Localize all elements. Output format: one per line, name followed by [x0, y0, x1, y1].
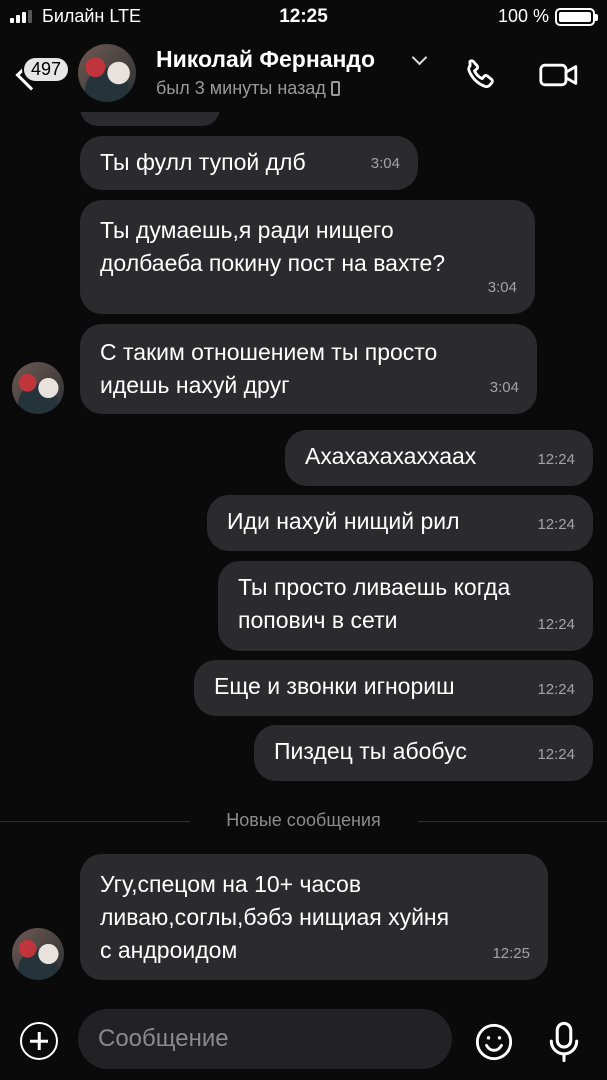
message-bubble-incoming[interactable]: Угу,спецом на 10+ часов ливаю,соглы,бэбэ… — [80, 854, 548, 980]
unread-count-badge: 497 — [22, 56, 71, 83]
last-seen-status: был 3 минуты назад — [156, 78, 340, 99]
message-bubble-outgoing[interactable]: Ты просто ливаешь когда попович в сети 1… — [218, 561, 593, 651]
smiley-icon — [475, 1023, 513, 1061]
call-button[interactable] — [462, 56, 500, 94]
contact-name[interactable]: Николай Фернандо — [156, 46, 375, 73]
message-text: Ты фулл тупой длб — [100, 149, 306, 175]
message-text: С таким отношением ты просто идешь нахуй… — [100, 339, 438, 398]
chat-screen: Билайн LTE 12:25 100 % 497 Николай Ферна… — [0, 0, 607, 1080]
microphone-button[interactable] — [546, 1020, 582, 1064]
message-text: Ты думаешь,я ради нищего долбаеба покину… — [100, 217, 446, 276]
chevron-down-icon[interactable] — [411, 49, 428, 66]
sender-avatar[interactable] — [12, 928, 64, 980]
video-camera-icon — [539, 63, 578, 87]
plus-icon[interactable] — [20, 1022, 58, 1060]
message-time: 12:24 — [537, 746, 575, 763]
battery-percentage: 100 % — [497, 6, 549, 26]
microphone-icon — [549, 1021, 579, 1063]
message-text: Иди нахуй нищий рил — [227, 508, 460, 534]
phone-icon — [467, 59, 494, 89]
previous-message-bubble — [80, 112, 220, 126]
message-time: 12:25 — [492, 945, 530, 962]
message-text: Ты просто ливаешь когда попович в сети — [238, 574, 511, 633]
sender-avatar[interactable] — [12, 362, 64, 414]
message-bubble-incoming[interactable]: С таким отношением ты просто идешь нахуй… — [80, 324, 537, 414]
message-bubble-incoming[interactable]: Ты фулл тупой длб 3:04 — [80, 136, 418, 190]
contact-avatar[interactable] — [78, 44, 136, 102]
battery-icon — [555, 8, 598, 26]
message-time: 3:04 — [487, 279, 517, 296]
message-time: 12:24 — [537, 451, 575, 468]
message-text: Ахахахахаххаах — [305, 443, 477, 469]
divider-line — [418, 821, 607, 822]
message-bubble-outgoing[interactable]: Ахахахахаххаах 12:24 — [285, 430, 593, 486]
mobile-device-icon — [330, 81, 340, 96]
message-time: 3:04 — [370, 155, 400, 172]
back-button[interactable]: 497 — [14, 44, 74, 100]
message-text: Угу,спецом на 10+ часов ливаю,соглы,бэбэ… — [100, 871, 450, 963]
status-bar: Билайн LTE 12:25 100 % — [0, 0, 607, 34]
message-time: 12:24 — [537, 516, 575, 533]
emoji-button[interactable] — [474, 1022, 514, 1062]
message-list[interactable]: Ты фулл тупой длб 3:04 Ты думаешь,я ради… — [0, 112, 607, 1004]
message-bubble-incoming[interactable]: Ты думаешь,я ради нищего долбаеба покину… — [80, 200, 535, 314]
message-bubble-outgoing[interactable]: Пиздец ты абобус 12:24 — [254, 725, 593, 781]
message-time: 12:24 — [537, 681, 575, 698]
composer-bar — [0, 1004, 607, 1080]
message-bubble-outgoing[interactable]: Еще и звонки игнориш 12:24 — [194, 660, 593, 716]
chat-header: 497 Николай Фернандо был 3 минуты назад — [0, 34, 607, 112]
message-time: 3:04 — [489, 379, 519, 396]
video-call-button[interactable] — [538, 58, 580, 92]
message-time: 12:24 — [537, 616, 575, 633]
last-seen-text: был 3 минуты назад — [156, 78, 326, 98]
message-text: Пиздец ты абобус — [274, 738, 467, 764]
new-messages-divider: Новые сообщения — [0, 807, 607, 837]
message-input[interactable] — [78, 1009, 452, 1069]
message-bubble-outgoing[interactable]: Иди нахуй нищий рил 12:24 — [207, 495, 593, 551]
message-text: Еще и звонки игнориш — [214, 673, 455, 699]
